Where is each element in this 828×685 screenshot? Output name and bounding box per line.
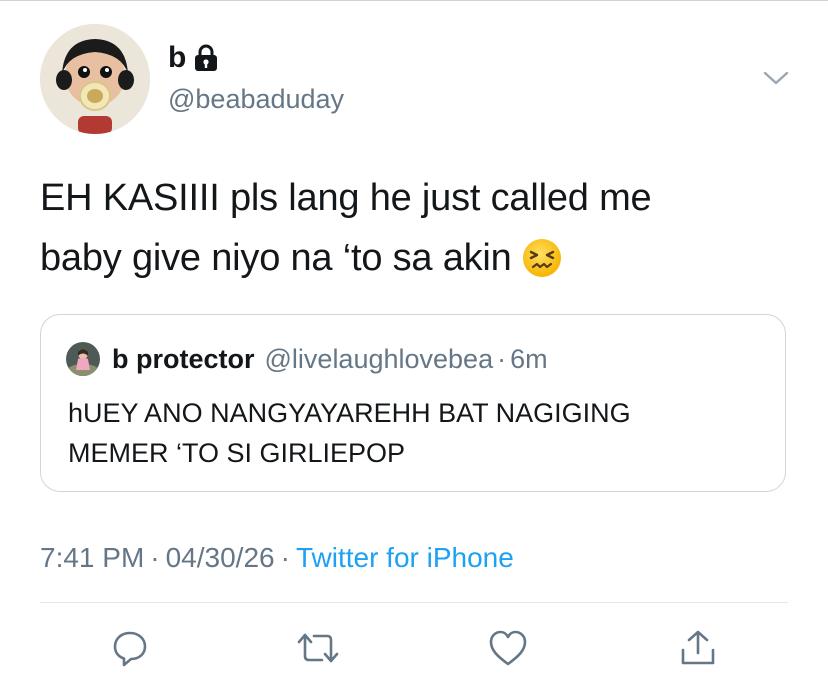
- quoted-tweet-text: hUEY ANO NANGYAYAREHH BAT NAGIGING MEMER…: [68, 393, 768, 473]
- tweet-source-link[interactable]: Twitter for iPhone: [296, 542, 514, 573]
- quoted-time-separator: ·: [497, 343, 507, 374]
- share-button[interactable]: [676, 626, 720, 670]
- retweet-button[interactable]: [296, 626, 340, 670]
- tweet-line-2: baby give niyo na ‘to sa akin: [40, 228, 800, 288]
- tweet-line-1: EH KASIIII pls lang he just called me: [40, 177, 652, 219]
- reply-button[interactable]: [108, 626, 152, 670]
- confounded-face-icon: [522, 236, 562, 277]
- author-display-name[interactable]: b: [168, 40, 186, 76]
- like-button[interactable]: [486, 626, 530, 670]
- meta-separator-2: ·: [280, 542, 290, 573]
- quoted-tweet-card[interactable]: b protector @livelaughlovebea · 6m hUEY …: [40, 314, 786, 492]
- meta-separator-1: ·: [150, 542, 160, 573]
- tweet-date[interactable]: 04/30/26: [166, 542, 275, 573]
- quoted-author-avatar: [66, 342, 100, 376]
- heart-icon: [489, 630, 527, 666]
- share-icon: [681, 630, 715, 665]
- retweet-icon: [297, 633, 339, 663]
- quoted-line-2: MEMER ‘TO SI GIRLIEPOP: [68, 438, 406, 468]
- tweet-meta: 7:41 PM · 04/30/26 · Twitter for iPhone: [40, 538, 514, 578]
- quoted-author-name: b protector: [112, 343, 255, 374]
- lock-icon: [194, 44, 218, 72]
- quoted-tweet-header: b protector @livelaughlovebea · 6m: [66, 341, 548, 377]
- chevron-down-icon: [763, 71, 789, 85]
- divider: [40, 602, 788, 603]
- quoted-timestamp: 6m: [510, 343, 548, 374]
- tweet-time[interactable]: 7:41 PM: [40, 542, 144, 573]
- tweet-text: EH KASIIII pls lang he just called me ba…: [40, 168, 800, 288]
- tweet-detail: b @beabaduday EH KASIIII pls lang he jus…: [0, 0, 828, 685]
- author-name-row: b: [168, 40, 218, 76]
- quoted-author-handle: @livelaughlovebea: [264, 343, 494, 374]
- more-options-button[interactable]: [760, 64, 792, 92]
- quoted-line-1: hUEY ANO NANGYAYAREHH BAT NAGIGING: [68, 398, 631, 428]
- tweet-line-2-text: baby give niyo na ‘to sa akin: [40, 237, 512, 279]
- top-border: [0, 0, 828, 1]
- author-avatar[interactable]: [40, 24, 150, 134]
- author-handle[interactable]: @beabaduday: [168, 82, 344, 116]
- speech-bubble-icon: [113, 631, 147, 667]
